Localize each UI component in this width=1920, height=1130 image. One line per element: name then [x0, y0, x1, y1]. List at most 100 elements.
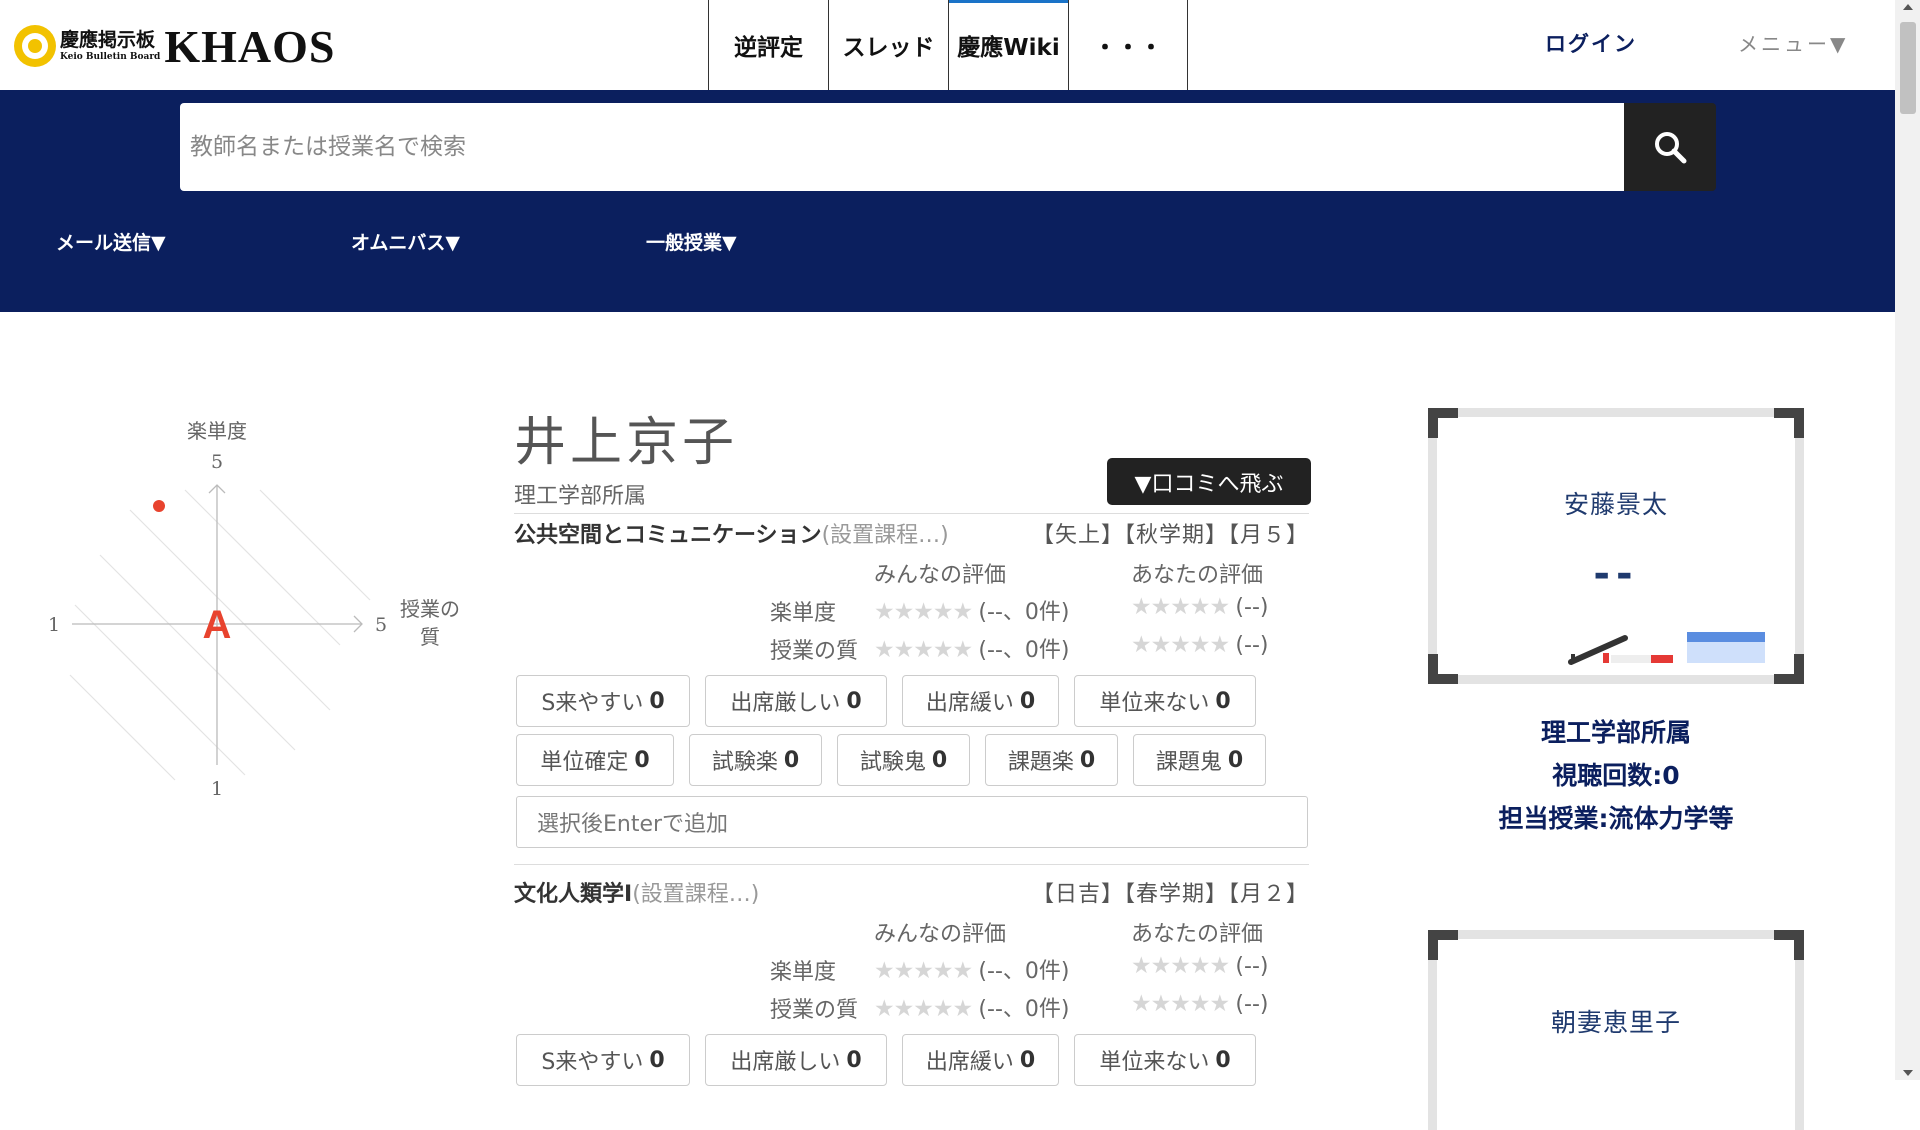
course-block: 公共空間とコミュニケーション(設置課程…) 【矢上】【秋学期】【月５】 みんなの…	[514, 517, 1309, 857]
star-rating-icon[interactable]: ★★★★★	[1131, 991, 1230, 1017]
subnav-omnibus[interactable]: オムニバス▼	[351, 228, 460, 255]
card-corner	[1428, 930, 1458, 960]
course-title[interactable]: 文化人類学Ⅰ	[514, 882, 632, 907]
related-professor-name[interactable]: 朝妻恵里子	[1437, 1003, 1795, 1039]
tag-label: 出席緩い	[925, 1050, 1014, 1075]
subnav-mail[interactable]: メール送信▼	[56, 228, 166, 255]
related-professor-card[interactable]: 安藤景太 --	[1428, 408, 1804, 684]
nav-tabs: 逆評定 スレッド 慶應Wiki ・・・	[708, 0, 1188, 90]
quality-your-stars[interactable]: ★★★★★ (--)	[1131, 991, 1268, 1017]
star-rating-icon[interactable]: ★★★★★	[1131, 953, 1230, 979]
quality-your-value: (--)	[1235, 992, 1269, 1017]
tag-count: 0	[1215, 688, 1231, 714]
nav-tab-more[interactable]: ・・・	[1068, 0, 1188, 90]
tag-label: 試験鬼	[859, 750, 926, 775]
tag-button[interactable]: 出席緩い 0	[902, 675, 1059, 727]
tag-button[interactable]: 単位来ない 0	[1074, 1034, 1256, 1086]
quality-your-stars[interactable]: ★★★★★ (--)	[1131, 632, 1268, 658]
evaluation-chart-svg: 楽単度 5 1 1 5 授業の 質 A	[48, 419, 460, 800]
scroll-thumb[interactable]	[1900, 22, 1916, 114]
tag-label: 課題鬼	[1155, 750, 1222, 775]
evaluation-chart: 楽単度 5 1 1 5 授業の 質 A	[30, 410, 490, 810]
card-corner	[1774, 654, 1804, 684]
ease-everyone-stars: ★★★★★ (--、0件)	[874, 594, 1069, 626]
tag-count: 0	[1019, 688, 1036, 714]
star-rating-icon: ★★★★★	[874, 958, 973, 984]
everyone-rating-header: みんなの評価	[874, 922, 1007, 947]
chart-x-label-line1: 授業の	[400, 597, 460, 621]
tag-button[interactable]: 単位確定 0	[516, 734, 674, 786]
quality-label: 授業の質	[770, 639, 859, 664]
card-corner	[1774, 930, 1804, 960]
tag-button[interactable]: 課題楽 0	[985, 734, 1118, 786]
tag-button[interactable]: 試験鬼 0	[837, 734, 970, 786]
login-link[interactable]: ログイン	[1545, 28, 1637, 58]
tag-count: 0	[783, 747, 800, 773]
related-professor-courses: 担当授業:流体力学等	[1498, 804, 1734, 833]
site-logo[interactable]: 慶應掲示板 Keio Bulletin Board KHAOS	[14, 21, 336, 72]
nav-tab-gyakuhyotei[interactable]: 逆評定	[708, 0, 828, 90]
related-professor-score: --	[1593, 551, 1639, 597]
star-rating-icon[interactable]: ★★★★★	[1131, 594, 1230, 620]
ease-label: 楽単度	[770, 601, 837, 626]
chart-x-label-line2: 質	[420, 625, 440, 649]
chart-y-min-tick: 1	[211, 778, 223, 800]
tag-label: 出席厳しい	[730, 691, 841, 716]
jump-to-reviews-button[interactable]: ▼口コミへ飛ぶ	[1107, 458, 1311, 505]
nav-tab-thread[interactable]: スレッド	[828, 0, 948, 90]
tag-label: 出席厳しい	[730, 1050, 841, 1075]
tag-label: 単位来ない	[1099, 691, 1210, 716]
related-professor-card[interactable]: 朝妻恵里子	[1428, 930, 1804, 1130]
course-meta-tags: 【日吉】【春学期】【月２】	[1031, 882, 1309, 907]
chart-diagonal-line	[99, 554, 296, 751]
logo-jp-text: 慶應掲示板	[60, 28, 156, 51]
tag-button[interactable]: 出席厳しい 0	[705, 675, 887, 727]
page-scrollbar[interactable]	[1895, 0, 1920, 1080]
subnav-general[interactable]: 一般授業▼	[646, 228, 737, 255]
tag-label: 単位確定	[540, 750, 629, 775]
course-title[interactable]: 公共空間とコミュニケーション	[514, 523, 822, 548]
menu-dropdown[interactable]: メニュー▼	[1738, 28, 1848, 57]
tag-button[interactable]: 試験楽 0	[689, 734, 822, 786]
your-rating-header: あなたの評価	[1131, 563, 1264, 588]
ease-your-stars[interactable]: ★★★★★ (--)	[1131, 953, 1268, 979]
ease-your-value: (--)	[1235, 954, 1269, 979]
related-professor-name[interactable]: 安藤景太	[1437, 485, 1795, 521]
ease-everyone-stars: ★★★★★ (--、0件)	[874, 953, 1069, 985]
tag-button[interactable]: 出席緩い 0	[902, 1034, 1059, 1086]
tag-label: S来やすい	[541, 1050, 644, 1075]
chart-grade-letter: A	[203, 603, 232, 647]
search-button[interactable]	[1624, 103, 1716, 191]
professor-name: 井上京子	[514, 413, 739, 473]
quality-your-value: (--)	[1235, 633, 1269, 658]
ease-everyone-count: (--、0件)	[978, 600, 1070, 625]
star-rating-icon[interactable]: ★★★★★	[1131, 632, 1230, 658]
search-input[interactable]	[180, 103, 1625, 191]
course-header: 公共空間とコミュニケーション(設置課程…) 【矢上】【秋学期】【月５】	[514, 517, 1309, 551]
tag-count: 0	[846, 688, 862, 714]
tag-button[interactable]: S来やすい 0	[516, 1034, 690, 1086]
chart-diagonal-line	[69, 674, 176, 781]
related-professor-views: 視聴回数:0	[1552, 761, 1680, 790]
tag-label: 課題楽	[1007, 750, 1074, 775]
tag-button[interactable]: 出席厳しい 0	[705, 1034, 887, 1086]
chart-rating-point	[153, 500, 165, 512]
tag-add-input[interactable]: 選択後Enterで追加	[516, 796, 1308, 848]
scroll-up-arrow-icon[interactable]	[1903, 4, 1913, 10]
scroll-down-arrow-icon[interactable]	[1903, 1070, 1913, 1076]
course-block: 文化人類学Ⅰ(設置課程…) 【日吉】【春学期】【月２】 みんなの評価 あなたの評…	[514, 876, 1309, 1086]
ease-your-stars[interactable]: ★★★★★ (--)	[1131, 594, 1268, 620]
search-icon	[1655, 132, 1687, 164]
tag-label: 単位来ない	[1099, 1050, 1210, 1075]
nav-tab-wiki[interactable]: 慶應Wiki	[948, 0, 1068, 90]
logo-en-text: Keio Bulletin Board	[60, 51, 161, 62]
tag-label: S来やすい	[541, 691, 644, 716]
tag-button[interactable]: 単位来ない 0	[1074, 675, 1256, 727]
tag-button[interactable]: S来やすい 0	[516, 675, 690, 727]
tag-count: 0	[1215, 1047, 1231, 1073]
section-divider	[514, 513, 1309, 514]
quality-everyone-stars: ★★★★★ (--、0件)	[874, 632, 1069, 664]
tag-button[interactable]: 課題鬼 0	[1133, 734, 1266, 786]
everyone-rating-header: みんなの評価	[874, 563, 1007, 588]
tag-count: 0	[1079, 747, 1096, 773]
